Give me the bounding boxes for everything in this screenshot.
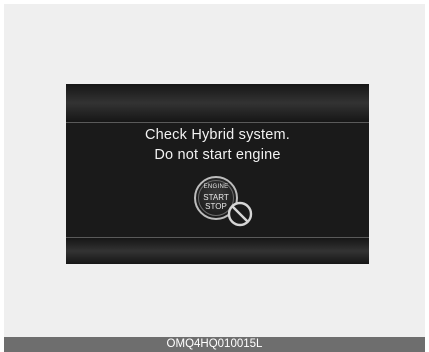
- display-bottom-divider: [66, 237, 369, 238]
- engine-button-label-1: ENGINE: [203, 184, 229, 190]
- warning-message-line-2: Do not start engine: [154, 147, 281, 163]
- display-top-divider: [66, 122, 369, 123]
- cluster-display: Check Hybrid system. Do not start engine…: [66, 84, 369, 264]
- display-bottom-band: [66, 238, 369, 264]
- caption-bar: OMQ4HQ010015L: [4, 337, 425, 352]
- warning-message-line-1: Check Hybrid system.: [144, 127, 290, 143]
- display-top-band: [66, 84, 369, 122]
- figure-code: OMQ4HQ010015L: [166, 338, 263, 350]
- prohibit-icon: [227, 201, 253, 227]
- illustration-frame: Check Hybrid system. Do not start engine…: [4, 4, 425, 337]
